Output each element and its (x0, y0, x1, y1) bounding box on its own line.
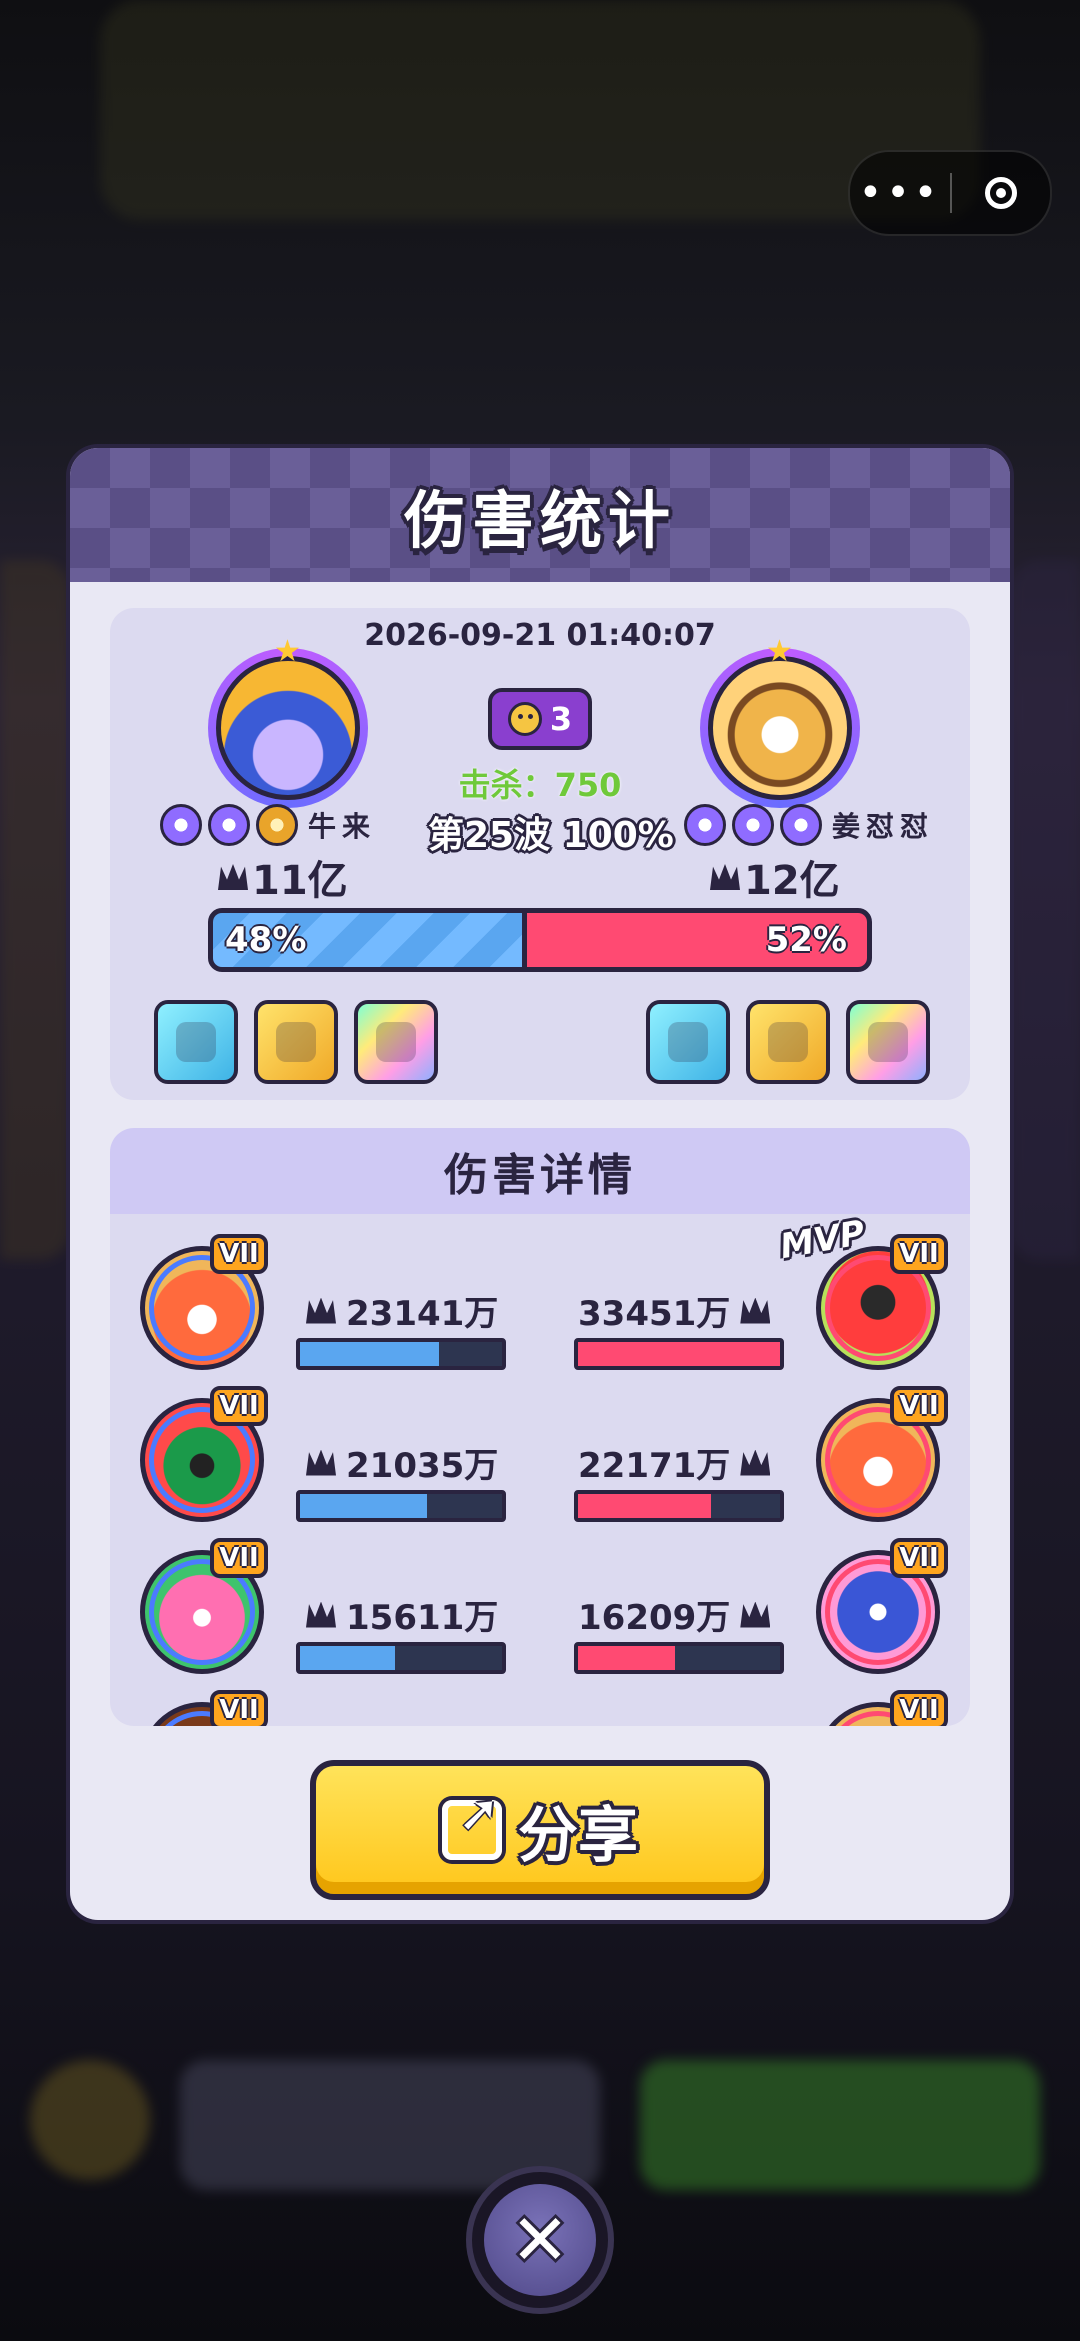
right-hero-damage-value: 33451万 (578, 1294, 731, 1334)
tier-badge: VII (890, 1386, 948, 1426)
right-ratio-segment: 52% (526, 913, 867, 967)
claw-icon (306, 1449, 336, 1476)
buff-icon[interactable] (646, 1000, 730, 1084)
kills-label: 击杀： (458, 766, 555, 804)
right-hero-damage-value: 16209万 (578, 1598, 731, 1638)
right-hero-damage-bar (574, 1642, 784, 1674)
left-hero-damage-value: 23141万 (346, 1294, 499, 1334)
kills-value: 750 (554, 766, 622, 804)
damage-row: VII 23141万 33451万 MVP VII (110, 1214, 970, 1384)
claw-icon (740, 1449, 771, 1476)
tier-badge: VII (890, 1538, 948, 1578)
left-hero-damage-value: 21035万 (346, 1446, 499, 1486)
right-hero-damage-bar (574, 1490, 784, 1522)
left-hero-damage: 21035万 (306, 1438, 498, 1487)
tier-badge: VII (210, 1690, 268, 1726)
damage-row: VII 21035万 22171万 VII (110, 1386, 970, 1536)
more-dots-icon[interactable]: ••• (850, 152, 950, 234)
left-ratio-segment: 48% (213, 913, 527, 967)
left-hero-damage-value: 15611万 (346, 1598, 499, 1638)
rank-badge-icon (684, 804, 726, 846)
right-hero-damage: 33451万 (578, 1286, 771, 1335)
left-player-badges: 牛来 (160, 804, 376, 846)
right-player-name: 姜怼怼 (832, 810, 935, 843)
tier-badge: VII (210, 1234, 268, 1274)
right-total-damage: 12亿 (710, 848, 840, 906)
background-coin (30, 2060, 150, 2180)
right-player-badges: 姜怼怼 (684, 804, 934, 846)
left-total-damage: 11亿 (218, 848, 348, 906)
left-hero-damage-bar (296, 1490, 506, 1522)
damage-row: VII VII (110, 1690, 970, 1726)
damage-details-header: 伤害详情 (110, 1128, 970, 1214)
damage-bar-fill (578, 1342, 780, 1366)
damage-bar-fill (578, 1494, 712, 1518)
close-icon: ✕ (484, 2184, 596, 2296)
modal-header: 伤害统计 (70, 448, 1010, 582)
star-icon: ★ (766, 634, 793, 669)
damage-bar-fill (300, 1342, 440, 1366)
boss-kill-count: 3 (549, 700, 573, 738)
tier-badge: VII (210, 1386, 268, 1426)
rank-badge-icon (256, 804, 298, 846)
damage-details-list[interactable]: VII 23141万 33451万 MVP VII VII 21035万 221… (110, 1214, 970, 1726)
damage-bar-fill (300, 1646, 395, 1670)
share-icon (442, 1784, 502, 1860)
buff-icon[interactable] (846, 1000, 930, 1084)
claw-icon (306, 1601, 336, 1628)
right-hero-damage: 16209万 (578, 1590, 771, 1639)
background-right-panel (1010, 560, 1080, 1260)
left-player-name: 牛来 (308, 810, 377, 843)
left-hero-damage-bar (296, 1642, 506, 1674)
buff-icon[interactable] (254, 1000, 338, 1084)
target-icon[interactable] (952, 177, 1050, 209)
battle-datetime: 2026-09-21 01:40:07 (364, 618, 716, 653)
right-total-damage-value: 12亿 (744, 858, 840, 904)
tier-badge: VII (890, 1234, 948, 1274)
claw-icon (306, 1297, 336, 1324)
battle-summary-card: 2026-09-21 01:40:07 ★ ★ 3 击杀：750 第25波 10… (110, 608, 970, 1100)
left-hero-damage-bar (296, 1338, 506, 1370)
claw-icon (740, 1297, 771, 1324)
buff-icon[interactable] (746, 1000, 830, 1084)
left-player-buffs (154, 1000, 438, 1084)
share-button[interactable]: 分享 (310, 1760, 770, 1900)
damage-row: VII 15611万 16209万 VII (110, 1538, 970, 1688)
damage-bar-fill (300, 1494, 428, 1518)
background-confirm-button (640, 2060, 1040, 2190)
left-total-damage-value: 11亿 (252, 858, 348, 904)
star-icon: ★ (274, 634, 301, 669)
claw-icon (710, 864, 740, 890)
wave-progress: 第25波 100% (428, 815, 674, 856)
left-hero-damage: 23141万 (306, 1286, 498, 1335)
kills-text: 击杀：750 (110, 760, 970, 806)
boss-kill-badge: 3 (488, 688, 592, 750)
modal-title: 伤害统计 (403, 484, 676, 557)
rank-badge-icon (208, 804, 250, 846)
right-hero-damage: 22171万 (578, 1438, 771, 1487)
tier-badge: VII (890, 1690, 948, 1726)
background-left-panel (0, 560, 70, 1260)
right-hero-damage-value: 22171万 (578, 1446, 731, 1486)
buff-icon[interactable] (354, 1000, 438, 1084)
skull-icon (507, 702, 542, 736)
left-hero-damage: 15611万 (306, 1590, 498, 1639)
rank-badge-icon (160, 804, 202, 846)
share-button-label: 分享 (518, 1800, 638, 1871)
miniprogram-capsule: ••• (848, 150, 1052, 236)
close-button[interactable]: ✕ (466, 2166, 614, 2314)
tier-badge: VII (210, 1538, 268, 1578)
damage-ratio-bar: 48% 52% (208, 908, 872, 972)
claw-icon (740, 1601, 771, 1628)
damage-stats-modal: 伤害统计 2026-09-21 01:40:07 ★ ★ 3 击杀：750 第2… (70, 448, 1010, 1920)
damage-bar-fill (578, 1646, 675, 1670)
right-player-buffs (646, 1000, 930, 1084)
rank-badge-icon (732, 804, 774, 846)
buff-icon[interactable] (154, 1000, 238, 1084)
rank-badge-icon (780, 804, 822, 846)
right-hero-damage-bar (574, 1338, 784, 1370)
claw-icon (218, 864, 248, 890)
